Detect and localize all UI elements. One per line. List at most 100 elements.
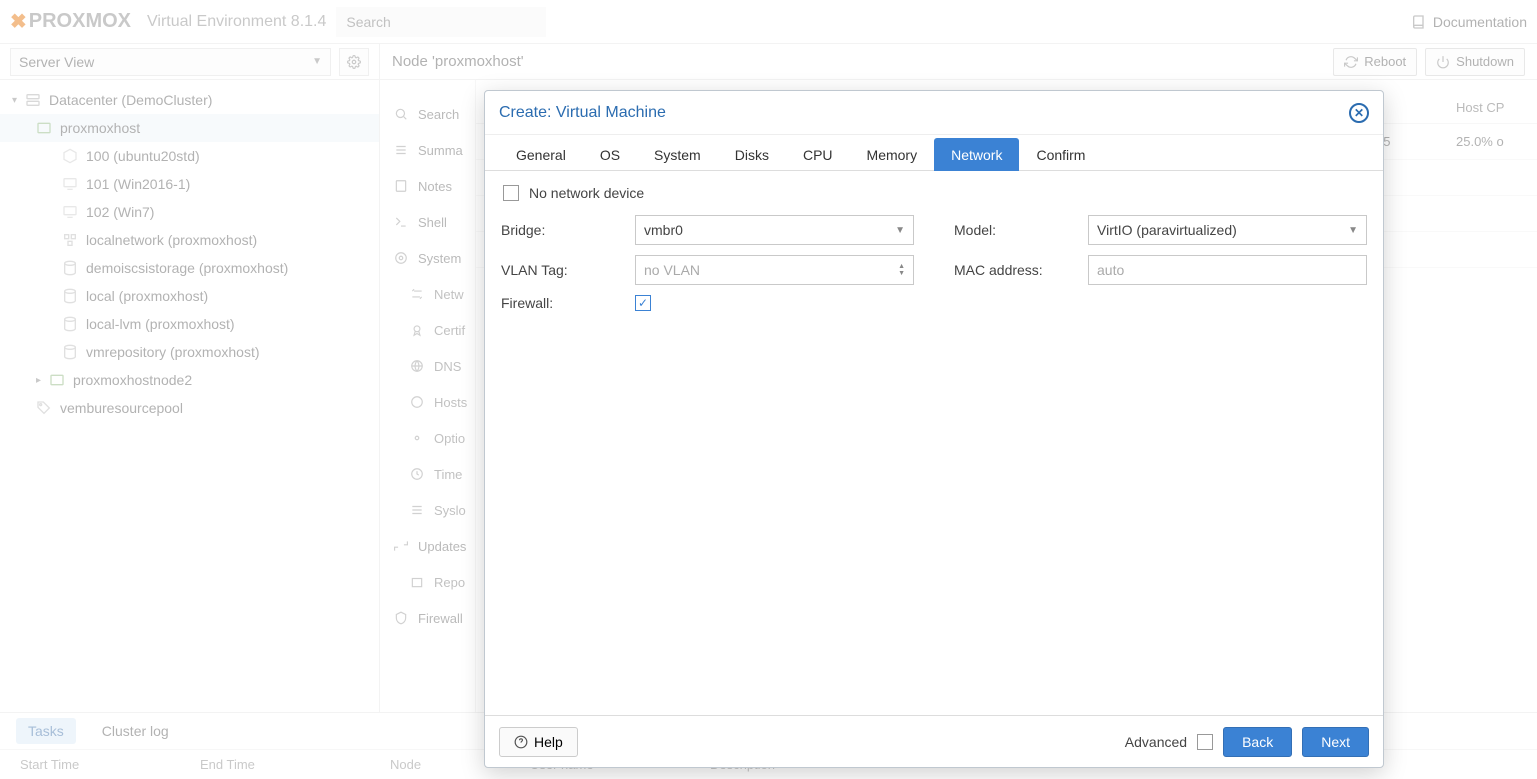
no-network-checkbox[interactable] [503,185,519,201]
tree-vm[interactable]: 100 (ubuntu20std) [0,142,379,170]
menu-hosts[interactable]: Hosts [380,384,475,420]
menu-label: Shell [418,215,447,230]
tab-cluster-log[interactable]: Cluster log [90,718,181,744]
tree-node-proxmoxhostnode2[interactable]: ▸ proxmoxhostnode2 [0,366,379,394]
chevron-down-icon: ▾ [12,95,17,106]
documentation-link[interactable]: Documentation [1411,14,1527,30]
tab-network[interactable]: Network [934,138,1019,171]
view-selector[interactable]: Server View ▼ [10,48,331,76]
cell-num: 25 [1376,134,1456,149]
help-icon [514,735,528,749]
menu-firewall[interactable]: Firewall [380,600,475,636]
shield-icon [394,611,408,625]
menu-network[interactable]: Netw [380,276,475,312]
firewall-checkbox[interactable]: ✓ [635,295,651,311]
menu-search[interactable]: Search [380,96,475,132]
wizard-tabs: General OS System Disks CPU Memory Netwo… [485,135,1383,171]
database-icon [62,288,78,304]
vlan-input[interactable]: no VLAN ▲▼ [635,255,914,285]
top-bar: ✖ PROXMOX Virtual Environment 8.1.4 Docu… [0,0,1537,44]
tab-system[interactable]: System [637,138,718,171]
tree-label: local-lvm (proxmoxhost) [86,316,235,332]
back-button[interactable]: Back [1223,727,1292,757]
next-button[interactable]: Next [1302,727,1369,757]
reboot-button[interactable]: Reboot [1333,48,1417,76]
vlan-label: VLAN Tag: [501,262,625,278]
database-icon [62,344,78,360]
help-button[interactable]: Help [499,727,578,757]
advanced-checkbox[interactable] [1197,734,1213,750]
tag-icon [36,400,52,416]
col-end-time: End Time [180,757,370,772]
tab-cpu[interactable]: CPU [786,138,850,171]
tree-label: proxmoxhostnode2 [73,372,192,388]
menu-label: Hosts [434,395,467,410]
tab-os[interactable]: OS [583,138,637,171]
bridge-select[interactable]: vmbr0 ▼ [635,215,914,245]
model-select[interactable]: VirtIO (paravirtualized) ▼ [1088,215,1367,245]
tree-label: vemburesourcepool [60,400,183,416]
menu-shell[interactable]: Shell [380,204,475,240]
tab-tasks[interactable]: Tasks [16,718,76,744]
create-vm-modal: Create: Virtual Machine ✕ General OS Sys… [484,90,1384,768]
tree-storage[interactable]: local-lvm (proxmoxhost) [0,310,379,338]
tab-general[interactable]: General [499,138,583,171]
certificate-icon [410,323,424,337]
tree-label: proxmoxhost [60,120,140,136]
cube-icon [62,148,78,164]
shutdown-button[interactable]: Shutdown [1425,48,1525,76]
close-icon: ✕ [1354,106,1364,120]
menu-summary[interactable]: Summa [380,132,475,168]
network-icon [62,232,78,248]
tree-storage[interactable]: demoiscsistorage (proxmoxhost) [0,254,379,282]
tree-vm[interactable]: 102 (Win7) [0,198,379,226]
mac-value: auto [1097,262,1124,278]
tree-network[interactable]: localnetwork (proxmoxhost) [0,226,379,254]
menu-options[interactable]: Optio [380,420,475,456]
brand-logo: ✖ PROXMOX [10,9,131,34]
menu-label: Certif [434,323,465,338]
tab-disks[interactable]: Disks [718,138,786,171]
modal-title: Create: Virtual Machine [499,104,666,122]
menu-repositories[interactable]: Repo [380,564,475,600]
menu-label: System [418,251,461,266]
menu-time[interactable]: Time [380,456,475,492]
menu-label: Repo [434,575,465,590]
menu-label: Optio [434,431,465,446]
menu-syslog[interactable]: Syslo [380,492,475,528]
database-icon [62,316,78,332]
server-icon [25,92,41,108]
tab-confirm[interactable]: Confirm [1019,138,1102,171]
tree-label: 102 (Win7) [86,204,154,220]
resource-tree-panel: Server View ▼ ▾ Datacenter (DemoCluster)… [0,44,380,779]
tree-vm[interactable]: 101 (Win2016-1) [0,170,379,198]
tree-node-proxmoxhost[interactable]: proxmoxhost [0,114,379,142]
mac-input[interactable]: auto [1088,255,1367,285]
cell-cpu: 25.0% o [1456,134,1528,149]
menu-updates[interactable]: Updates [380,528,475,564]
tree-datacenter[interactable]: ▾ Datacenter (DemoCluster) [0,86,379,114]
menu-dns[interactable]: DNS [380,348,475,384]
menu-certificates[interactable]: Certif [380,312,475,348]
database-icon [62,260,78,276]
menu-label: Netw [434,287,464,302]
tree-label: localnetwork (proxmoxhost) [86,232,257,248]
model-label: Model: [954,222,1078,238]
tree-storage[interactable]: vmrepository (proxmoxhost) [0,338,379,366]
global-search-input[interactable] [336,7,546,37]
no-network-label: No network device [529,185,644,201]
menu-label: DNS [434,359,461,374]
button-label: Help [534,734,563,750]
view-settings-button[interactable] [339,48,369,76]
tree-pool[interactable]: vemburesourcepool [0,394,379,422]
menu-system[interactable]: System [380,240,475,276]
tab-memory[interactable]: Memory [850,138,935,171]
menu-notes[interactable]: Notes [380,168,475,204]
list-icon [394,143,408,157]
book-icon [1411,14,1427,30]
close-button[interactable]: ✕ [1349,103,1369,123]
monitor-icon [62,204,78,220]
tree-storage[interactable]: local (proxmoxhost) [0,282,379,310]
content-title: Node 'proxmoxhost' [392,53,524,70]
gears-icon [394,251,408,265]
